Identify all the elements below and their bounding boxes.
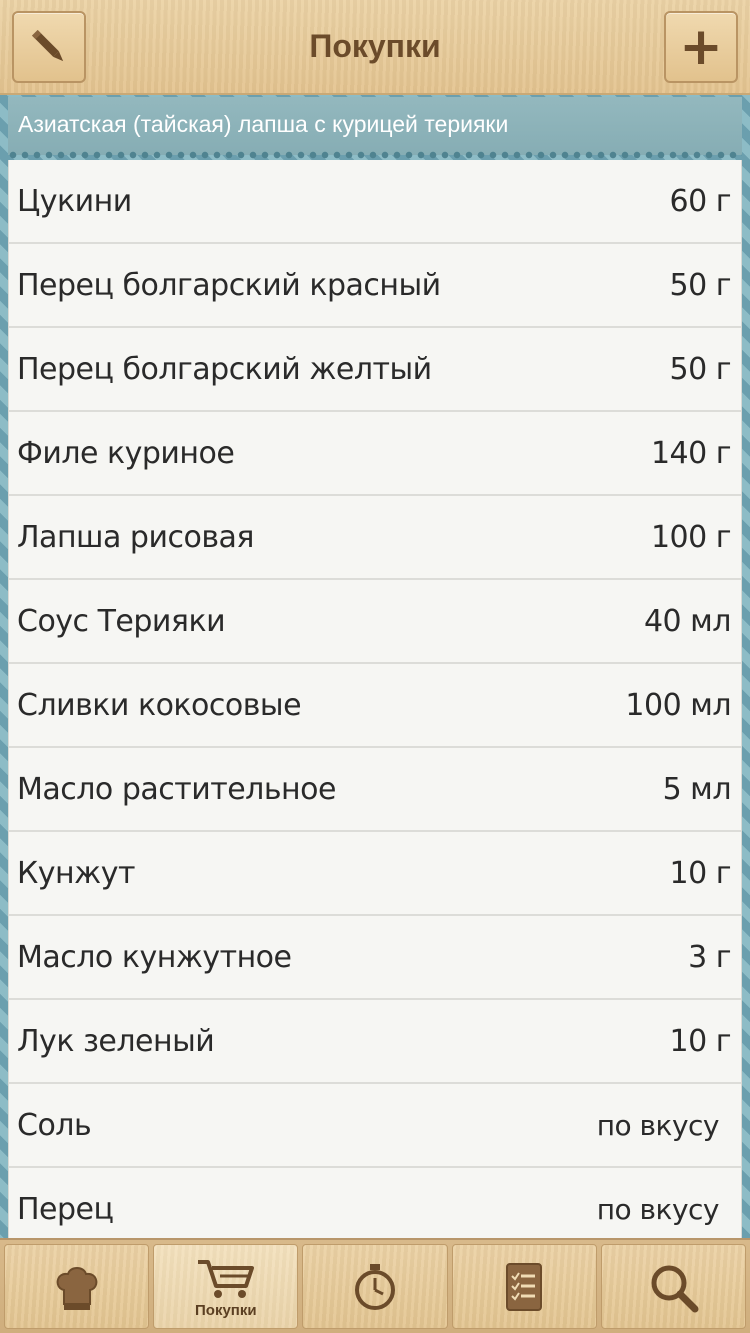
list-item[interactable]: Цукини 60 г: [9, 160, 741, 244]
item-quantity: 100 мл: [625, 687, 731, 723]
item-name: Филе куриное: [17, 435, 235, 471]
list-item[interactable]: Соус Терияки 40 мл: [9, 580, 741, 664]
plus-icon: +: [679, 17, 723, 77]
item-name: Перец: [17, 1191, 114, 1227]
item-quantity: по вкусу: [596, 1108, 720, 1142]
add-button[interactable]: +: [664, 11, 738, 83]
top-bar: Покупки +: [0, 0, 750, 95]
item-quantity: 60 г: [669, 183, 732, 219]
item-name: Перец болгарский желтый: [17, 351, 432, 387]
search-icon: [651, 1265, 699, 1312]
item-name: Соус Терияки: [17, 603, 226, 639]
item-quantity: 100 г: [650, 519, 732, 555]
list-item[interactable]: Перец болгарский красный 50 г: [9, 244, 741, 328]
list-item[interactable]: Лапша рисовая 100 г: [9, 496, 741, 580]
item-quantity: 50 г: [669, 351, 732, 387]
tab-list[interactable]: [451, 1244, 597, 1329]
list-item[interactable]: Сливки кокосовые 100 мл: [9, 664, 741, 748]
tab-timer[interactable]: [302, 1244, 448, 1329]
cart-icon: [197, 1260, 254, 1298]
item-quantity: 140 г: [650, 435, 732, 471]
list-item[interactable]: Кунжут 10 г: [9, 832, 741, 916]
item-name: Масло кунжутное: [17, 939, 292, 975]
item-quantity: 5 мл: [662, 771, 732, 807]
list-item[interactable]: Перец болгарский желтый 50 г: [9, 328, 741, 412]
shopping-list: Цукини 60 г Перец болгарский красный 50 …: [8, 160, 742, 1238]
item-name: Перец болгарский красный: [17, 267, 441, 303]
list-item[interactable]: Перец по вкусу: [9, 1168, 741, 1238]
tab-recipes[interactable]: [4, 1244, 150, 1329]
page-title: Покупки: [309, 28, 441, 64]
list-item[interactable]: Лук зеленый 10 г: [9, 1000, 741, 1084]
item-quantity: 10 г: [669, 855, 732, 891]
bottom-tab-bar: Покупки: [0, 1238, 750, 1333]
list-item[interactable]: Соль по вкусу: [9, 1084, 741, 1168]
list-item[interactable]: Масло кунжутное 3 г: [9, 916, 741, 1000]
tab-search[interactable]: [600, 1244, 747, 1329]
checklist-icon: [506, 1262, 543, 1311]
item-quantity: по вкусу: [596, 1192, 720, 1226]
item-name: Лапша рисовая: [17, 519, 254, 555]
item-name: Кунжут: [17, 855, 135, 891]
recipe-title: Азиатская (тайская) лапша с курицей тери…: [18, 111, 509, 137]
item-quantity: 3 г: [688, 939, 731, 975]
recipe-header[interactable]: Азиатская (тайская) лапша с курицей тери…: [8, 97, 742, 155]
item-name: Масло растительное: [17, 771, 336, 807]
item-name: Сливки кокосовые: [17, 687, 302, 723]
timer-icon: [355, 1263, 395, 1310]
item-quantity: 50 г: [669, 267, 732, 303]
dotted-divider: [8, 150, 742, 160]
item-name: Лук зеленый: [17, 1023, 215, 1059]
item-name: Соль: [17, 1107, 92, 1143]
item-name: Цукини: [17, 183, 132, 219]
item-quantity: 10 г: [669, 1023, 732, 1059]
tab-label: Покупки: [195, 1302, 257, 1319]
chef-hat-icon: [56, 1266, 97, 1310]
item-quantity: 40 мл: [643, 603, 732, 639]
tab-shopping[interactable]: Покупки: [153, 1244, 299, 1329]
list-item[interactable]: Масло растительное 5 мл: [9, 748, 741, 832]
list-item[interactable]: Филе куриное 140 г: [9, 412, 741, 496]
